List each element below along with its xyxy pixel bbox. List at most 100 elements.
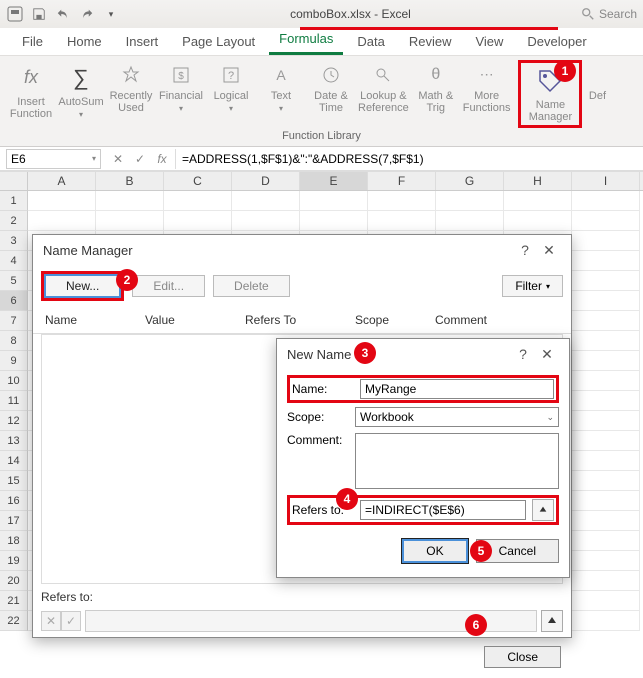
cell[interactable] <box>572 191 640 211</box>
insert-function-button[interactable]: fx Insert Function <box>6 60 56 128</box>
cell[interactable] <box>572 231 640 251</box>
undo-icon[interactable] <box>54 5 72 23</box>
row-header[interactable]: 3 <box>0 231 28 251</box>
row-header[interactable]: 11 <box>0 391 28 411</box>
col-header[interactable]: F <box>368 172 436 190</box>
row-header[interactable]: 19 <box>0 551 28 571</box>
close-icon[interactable]: ✕ <box>537 242 561 259</box>
cell[interactable] <box>572 251 640 271</box>
row-header[interactable]: 15 <box>0 471 28 491</box>
cell[interactable] <box>368 211 436 231</box>
row-header[interactable]: 16 <box>0 491 28 511</box>
cell[interactable] <box>368 191 436 211</box>
cell[interactable] <box>300 191 368 211</box>
cell[interactable] <box>572 471 640 491</box>
refers-to-input[interactable] <box>360 500 526 520</box>
cell[interactable] <box>572 611 640 631</box>
search-box[interactable]: Search <box>581 7 637 21</box>
cell[interactable] <box>572 391 640 411</box>
row-header[interactable]: 18 <box>0 531 28 551</box>
col-header[interactable]: H <box>504 172 572 190</box>
cell[interactable] <box>572 491 640 511</box>
help-icon[interactable]: ? <box>511 346 535 362</box>
financial-button[interactable]: $ Financial ▾ <box>156 60 206 128</box>
new-button[interactable]: New... <box>44 274 121 298</box>
cell[interactable] <box>504 211 572 231</box>
cell[interactable] <box>572 371 640 391</box>
redo-icon[interactable] <box>78 5 96 23</box>
math-trig-button[interactable]: θ Math & Trig <box>411 60 461 128</box>
cell[interactable] <box>572 331 640 351</box>
col-scope[interactable]: Scope <box>351 311 431 329</box>
cell[interactable] <box>572 411 640 431</box>
cell[interactable] <box>572 311 640 331</box>
logical-button[interactable]: ? Logical ▾ <box>206 60 256 128</box>
cell[interactable] <box>572 531 640 551</box>
row-header[interactable]: 12 <box>0 411 28 431</box>
close-button[interactable]: Close <box>484 646 561 668</box>
ok-button[interactable]: OK <box>402 539 467 563</box>
autosave-icon[interactable] <box>6 5 24 23</box>
close-icon[interactable]: ✕ <box>535 346 559 363</box>
cell[interactable] <box>28 191 96 211</box>
row-header[interactable]: 17 <box>0 511 28 531</box>
cell[interactable] <box>572 551 640 571</box>
cell[interactable] <box>572 571 640 591</box>
cell[interactable] <box>96 211 164 231</box>
cell[interactable] <box>164 191 232 211</box>
cell[interactable] <box>572 211 640 231</box>
col-header[interactable]: C <box>164 172 232 190</box>
col-header[interactable]: I <box>572 172 640 190</box>
row-header[interactable]: 20 <box>0 571 28 591</box>
more-functions-button[interactable]: ⋯ More Functions <box>461 60 513 128</box>
tab-file[interactable]: File <box>12 30 53 55</box>
tab-developer[interactable]: Developer <box>517 30 596 55</box>
enter-icon[interactable]: ✓ <box>131 152 149 166</box>
cell[interactable] <box>504 191 572 211</box>
name-input[interactable] <box>360 379 554 399</box>
tab-data[interactable]: Data <box>347 30 394 55</box>
tab-review[interactable]: Review <box>399 30 462 55</box>
define-name-partial[interactable]: Def <box>582 60 612 128</box>
lookup-reference-button[interactable]: Lookup & Reference <box>356 60 411 128</box>
text-button[interactable]: A Text ▾ <box>256 60 306 128</box>
row-header[interactable]: 4 <box>0 251 28 271</box>
tab-page-layout[interactable]: Page Layout <box>172 30 265 55</box>
qat-dropdown-icon[interactable]: ▾ <box>102 5 120 23</box>
range-select-icon[interactable] <box>541 610 563 632</box>
save-icon[interactable] <box>30 5 48 23</box>
help-icon[interactable]: ? <box>513 242 537 258</box>
row-header[interactable]: 9 <box>0 351 28 371</box>
tab-formulas[interactable]: Formulas <box>269 27 343 55</box>
row-header[interactable]: 6 <box>0 291 28 311</box>
row-header[interactable]: 1 <box>0 191 28 211</box>
row-header[interactable]: 2 <box>0 211 28 231</box>
select-all-corner[interactable] <box>0 172 28 190</box>
cell[interactable] <box>572 511 640 531</box>
cell[interactable] <box>436 211 504 231</box>
col-header[interactable]: B <box>96 172 164 190</box>
cell[interactable] <box>232 191 300 211</box>
cell[interactable] <box>28 211 96 231</box>
cell[interactable] <box>572 431 640 451</box>
recently-used-button[interactable]: Recently Used <box>106 60 156 128</box>
row-header[interactable]: 5 <box>0 271 28 291</box>
cell[interactable] <box>436 191 504 211</box>
cell[interactable] <box>572 451 640 471</box>
range-select-icon[interactable] <box>532 499 554 521</box>
autosum-button[interactable]: ∑ AutoSum ▾ <box>56 60 106 128</box>
tab-home[interactable]: Home <box>57 30 112 55</box>
cell[interactable] <box>164 211 232 231</box>
scope-select[interactable]: Workbook ⌄ <box>355 407 559 427</box>
row-header[interactable]: 8 <box>0 331 28 351</box>
cell[interactable] <box>572 271 640 291</box>
fx-icon[interactable]: fx <box>153 152 171 166</box>
row-header[interactable]: 13 <box>0 431 28 451</box>
cell[interactable] <box>232 211 300 231</box>
filter-button[interactable]: Filter ▾ <box>502 275 563 297</box>
comment-input[interactable] <box>355 433 559 489</box>
tab-insert[interactable]: Insert <box>116 30 169 55</box>
col-header[interactable]: G <box>436 172 504 190</box>
name-box[interactable]: E6 ▾ <box>6 149 101 169</box>
row-header[interactable]: 22 <box>0 611 28 631</box>
